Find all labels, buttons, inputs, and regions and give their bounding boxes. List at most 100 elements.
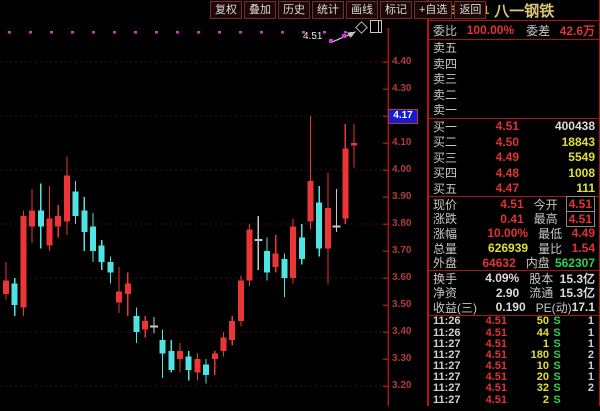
tick-row: 11:27 4.51 2 S <box>429 394 599 405</box>
axis-tick-label: 3.50 <box>392 299 411 310</box>
info-value: 0.190 <box>478 300 525 314</box>
info-row: 外盘 64632 内盘 562307 <box>429 255 599 270</box>
toolbar-button-画线[interactable]: 画线 <box>346 1 378 19</box>
info-value: 1.54 <box>572 241 595 255</box>
toolbar-button-标记[interactable]: 标记 <box>380 1 412 19</box>
info-value: 0.41 <box>477 212 523 226</box>
tick-row: 11:27 4.51 10 S 1 <box>429 361 599 372</box>
tick-volume: 10 <box>507 360 549 372</box>
weicha-label: 委差 <box>514 22 560 39</box>
tick-price: 4.51 <box>469 315 507 327</box>
tick-row: 11:27 4.51 20 S 1 <box>429 372 599 383</box>
axis-tick-label: 3.80 <box>392 218 411 229</box>
ask-label: 卖四 <box>429 55 471 72</box>
axis-tick-label: 4.30 <box>392 83 411 94</box>
info-value: 4.49 <box>572 226 595 240</box>
tick-volume: 1 <box>507 338 549 350</box>
axis-tick-label: 3.30 <box>392 353 411 364</box>
info-row: 总量 626939 量比 1.54 <box>429 241 599 256</box>
tick-side: S <box>549 349 565 361</box>
weibi-value: 100.00% <box>463 23 514 37</box>
weicha-value: 42.6万 <box>560 22 599 39</box>
ask-label: 卖五 <box>429 39 471 56</box>
bid-price: 4.47 <box>471 181 519 195</box>
tick-count: 1 <box>565 338 599 350</box>
tick-side: S <box>549 338 565 350</box>
tick-volume: 180 <box>507 349 549 361</box>
toolbar-button-返回[interactable]: 返回 <box>454 1 486 19</box>
axis-tick-label: 4.40 <box>392 56 411 67</box>
tick-time: 11:26 <box>429 327 469 339</box>
candlestick-chart[interactable] <box>0 20 389 406</box>
tick-time: 11:27 <box>429 394 469 406</box>
toolbar: 复权叠加历史统计画线标记+自选返回 <box>210 1 486 19</box>
info-value: 4.09% <box>475 271 519 285</box>
toolbar-button-叠加[interactable]: 叠加 <box>244 1 276 19</box>
info-row: 换手 4.09% 股本 15.3亿 <box>429 271 599 286</box>
ask-levels: 卖五 卖四 卖三 卖二 卖一 <box>429 40 599 118</box>
info-value: 4.51 <box>477 197 523 211</box>
tick-count: 2 <box>565 349 599 361</box>
axis-tick-label: 4.00 <box>392 164 411 175</box>
ask-label: 卖二 <box>429 86 471 103</box>
bid-price: 4.50 <box>471 135 519 149</box>
ask-row: 卖四 <box>429 56 599 72</box>
info-label: 外盘 <box>429 254 474 271</box>
bid-price: 4.48 <box>471 166 519 180</box>
weibi-label: 委比 <box>429 22 463 39</box>
ask-row: 卖五 <box>429 40 599 56</box>
tick-count: 1 <box>565 360 599 372</box>
weibi-row: 委比 100.00% 委差 42.6万 <box>429 20 599 40</box>
info-row: 涨跌 0.41 最高 4.51 <box>429 212 599 227</box>
axis-tick-label: 3.70 <box>392 245 411 256</box>
tick-side: S <box>549 394 565 406</box>
info-row: 净资 2.90 流通 15.3亿 <box>429 286 599 301</box>
bid-volume: 1008 <box>519 166 599 180</box>
toolbar-button-+自选[interactable]: +自选 <box>414 1 452 19</box>
tick-price: 4.51 <box>469 338 507 350</box>
tick-side: S <box>549 382 565 394</box>
bid-price: 4.49 <box>471 150 519 164</box>
last-price-badge: 4.17 <box>388 109 418 124</box>
tick-volume: 44 <box>507 327 549 339</box>
window-icon[interactable] <box>370 20 382 33</box>
bid-row: 买三 4.49 5549 <box>429 150 599 166</box>
tick-row: 11:27 4.51 1 S 1 <box>429 338 599 349</box>
fundamental-info: 换手 4.09% 股本 15.3亿净资 2.90 流通 15.3亿收益(三) 0… <box>429 270 599 315</box>
annotation-price-label: 4.51 <box>303 31 322 42</box>
bid-volume: 5549 <box>519 150 599 164</box>
info-label: PE(动) <box>526 299 572 316</box>
tick-price: 4.51 <box>469 382 507 394</box>
tick-time: 11:27 <box>429 338 469 350</box>
tick-price: 4.51 <box>469 360 507 372</box>
bid-row: 买四 4.48 1008 <box>429 165 599 181</box>
tick-row: 11:26 4.51 50 S 1 <box>429 316 599 327</box>
info-row: 涨幅 10.00% 最低 4.49 <box>429 226 599 241</box>
bid-volume: 111 <box>519 181 599 195</box>
bid-label: 买四 <box>429 164 471 181</box>
toolbar-button-统计[interactable]: 统计 <box>312 1 344 19</box>
bid-row: 买五 4.47 111 <box>429 181 599 197</box>
bid-label: 买五 <box>429 180 471 197</box>
ask-row: 卖三 <box>429 71 599 87</box>
axis-tick-label: 3.90 <box>392 191 411 202</box>
info-label: 内盘 <box>516 254 555 271</box>
tick-volume: 50 <box>507 315 549 327</box>
tick-price: 4.51 <box>469 349 507 361</box>
tick-count: 1 <box>565 315 599 327</box>
tick-side: S <box>549 371 565 383</box>
quote-panel: R 600581 八一钢铁 委比 100.00% 委差 42.6万 卖五 卖四 … <box>427 0 600 406</box>
bid-price: 4.51 <box>471 119 519 133</box>
tick-price: 4.51 <box>469 394 507 406</box>
bid-levels: 买一 4.51 400438买二 4.50 18843买三 4.49 5549买… <box>429 118 599 197</box>
toolbar-button-复权[interactable]: 复权 <box>210 1 242 19</box>
toolbar-button-历史[interactable]: 历史 <box>278 1 310 19</box>
ask-label: 卖一 <box>429 101 471 118</box>
tick-side: S <box>549 315 565 327</box>
bid-label: 买二 <box>429 133 471 150</box>
tick-volume: 20 <box>507 371 549 383</box>
bid-row: 买二 4.50 18843 <box>429 134 599 150</box>
tick-list[interactable]: 11:26 4.51 50 S 111:26 4.51 44 S 111:27 … <box>429 315 599 406</box>
ask-row: 卖二 <box>429 87 599 103</box>
bid-row: 买一 4.51 400438 <box>429 119 599 135</box>
